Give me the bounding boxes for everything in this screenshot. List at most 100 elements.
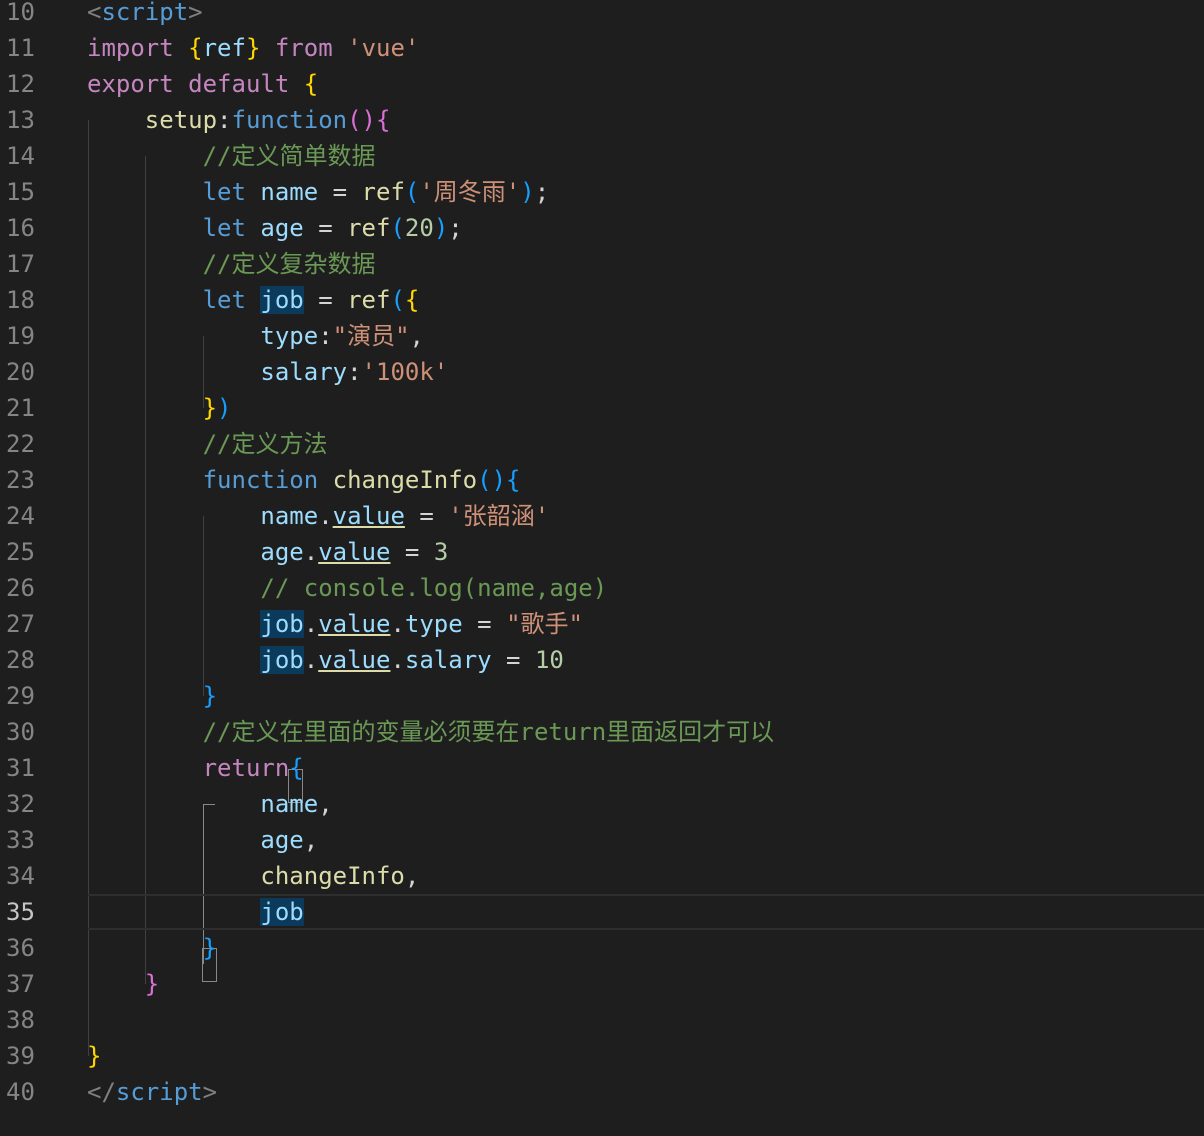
- code-text[interactable]: return{: [87, 750, 304, 786]
- code-line[interactable]: 18 let job = ref({: [0, 282, 1204, 318]
- code-editor[interactable]: 10 <script> 11 import {ref} from 'vue' 12 exp…: [0, 0, 1204, 1136]
- code-token: '100k': [361, 358, 449, 386]
- code-token: {: [188, 34, 203, 62]
- code-token: .: [303, 646, 319, 674]
- code-token: job: [260, 610, 304, 638]
- code-text[interactable]: <script>: [87, 0, 203, 30]
- code-line[interactable]: 17 //定义复杂数据: [0, 246, 1204, 282]
- code-line[interactable]: 13 setup:function(){: [0, 102, 1204, 138]
- line-number: 10: [6, 0, 35, 26]
- line-number: 38: [6, 1006, 35, 1034]
- code-line[interactable]: 24 name.value = '张韶涵': [0, 498, 1204, 534]
- code-line[interactable]: 26 // console.log(name,age): [0, 570, 1204, 606]
- code-token: let: [87, 214, 261, 242]
- code-text[interactable]: //定义在里面的变量必须要在return里面返回才可以: [87, 714, 775, 750]
- code-token: value: [318, 646, 391, 674]
- code-line[interactable]: 35 job: [0, 894, 1204, 930]
- code-text[interactable]: job.value.type = "歌手": [87, 606, 583, 642]
- code-token: }: [87, 394, 218, 422]
- code-line[interactable]: 28 job.value.salary = 10: [0, 642, 1204, 678]
- code-line[interactable]: 34 changeInfo,: [0, 858, 1204, 894]
- code-line[interactable]: 38: [0, 1002, 1204, 1038]
- code-token: ,: [318, 790, 333, 818]
- code-text[interactable]: }: [87, 1038, 101, 1074]
- code-token: //定义复杂数据: [87, 250, 376, 278]
- code-text[interactable]: job: [87, 894, 304, 930]
- code-line[interactable]: 10 <script>: [0, 0, 1204, 30]
- code-token: age: [87, 538, 304, 566]
- code-line[interactable]: 20 salary:'100k': [0, 354, 1204, 390]
- code-text[interactable]: job.value.salary = 10: [87, 642, 564, 678]
- line-number: 34: [6, 862, 35, 890]
- code-line[interactable]: 22 //定义方法: [0, 426, 1204, 462]
- code-line[interactable]: 16 let age = ref(20);: [0, 210, 1204, 246]
- line-number: 32: [6, 790, 35, 818]
- code-line[interactable]: 15 let name = ref('周冬雨');: [0, 174, 1204, 210]
- code-token: from: [260, 34, 348, 62]
- code-token: :: [318, 322, 333, 350]
- code-token: ;: [448, 214, 463, 242]
- code-token: {: [303, 70, 319, 98]
- code-text[interactable]: </script>: [87, 1074, 217, 1110]
- code-line[interactable]: 25 age.value = 3: [0, 534, 1204, 570]
- code-text[interactable]: let name = ref('周冬雨');: [87, 174, 550, 210]
- code-line[interactable]: 30 //定义在里面的变量必须要在return里面返回才可以: [0, 714, 1204, 750]
- code-text[interactable]: }: [87, 678, 217, 714]
- code-text[interactable]: //定义复杂数据: [87, 246, 376, 282]
- line-number: 22: [6, 430, 35, 458]
- code-text[interactable]: }: [87, 930, 217, 966]
- code-line[interactable]: 40 </script>: [0, 1074, 1204, 1110]
- code-text[interactable]: // console.log(name,age): [87, 570, 607, 606]
- code-text[interactable]: //定义简单数据: [87, 138, 376, 174]
- code-token: '周冬雨': [419, 178, 521, 206]
- code-line[interactable]: 32 name,: [0, 786, 1204, 822]
- code-token: ,: [404, 862, 420, 890]
- code-text[interactable]: type:"演员",: [87, 318, 424, 354]
- code-line[interactable]: 21 }): [0, 390, 1204, 426]
- code-text[interactable]: age.value = 3: [87, 534, 448, 570]
- code-text[interactable]: import {ref} from 'vue': [87, 30, 419, 66]
- code-text[interactable]: age,: [87, 822, 318, 858]
- code-line[interactable]: 11 import {ref} from 'vue': [0, 30, 1204, 66]
- line-number: 13: [6, 106, 35, 134]
- code-token: '张韶涵': [448, 502, 550, 530]
- code-token: salary: [404, 646, 492, 674]
- code-text[interactable]: name,: [87, 786, 333, 822]
- code-line[interactable]: 12 export default {: [0, 66, 1204, 102]
- code-token: =: [462, 610, 507, 638]
- code-text[interactable]: setup:function(){: [87, 102, 391, 138]
- code-line[interactable]: 23 function changeInfo(){: [0, 462, 1204, 498]
- code-token: (): [347, 106, 376, 134]
- code-token: job: [260, 646, 304, 674]
- code-token: {: [289, 754, 304, 782]
- code-text[interactable]: changeInfo,: [87, 858, 419, 894]
- code-text[interactable]: //定义方法: [87, 426, 328, 462]
- code-line[interactable]: 14 //定义简单数据: [0, 138, 1204, 174]
- code-line[interactable]: 31 return{: [0, 750, 1204, 786]
- code-line[interactable]: 39}: [0, 1038, 1204, 1074]
- code-line[interactable]: 36 }: [0, 930, 1204, 966]
- code-token: ): [217, 394, 232, 422]
- code-line[interactable]: 29 }: [0, 678, 1204, 714]
- code-text[interactable]: }: [87, 966, 159, 1002]
- code-text[interactable]: name.value = '张韶涵': [87, 498, 549, 534]
- code-line[interactable]: 33 age,: [0, 822, 1204, 858]
- code-line[interactable]: 19 type:"演员",: [0, 318, 1204, 354]
- code-token: >: [202, 1078, 218, 1106]
- code-token: ): [433, 214, 449, 242]
- code-token: salary: [87, 358, 348, 386]
- code-text[interactable]: export default {: [87, 66, 318, 102]
- code-text[interactable]: salary:'100k': [87, 354, 448, 390]
- code-token: setup: [87, 106, 218, 134]
- code-line[interactable]: 27 job.value.type = "歌手": [0, 606, 1204, 642]
- code-token: changeInfo: [332, 466, 478, 494]
- line-number: 36: [6, 934, 35, 962]
- code-token: >: [188, 0, 203, 26]
- code-text[interactable]: let job = ref({: [87, 282, 419, 318]
- code-text[interactable]: let age = ref(20);: [87, 210, 463, 246]
- code-token: let: [87, 178, 261, 206]
- code-line[interactable]: 37 }: [0, 966, 1204, 1002]
- code-text[interactable]: function changeInfo(){: [87, 462, 521, 498]
- code-text[interactable]: }): [87, 390, 232, 426]
